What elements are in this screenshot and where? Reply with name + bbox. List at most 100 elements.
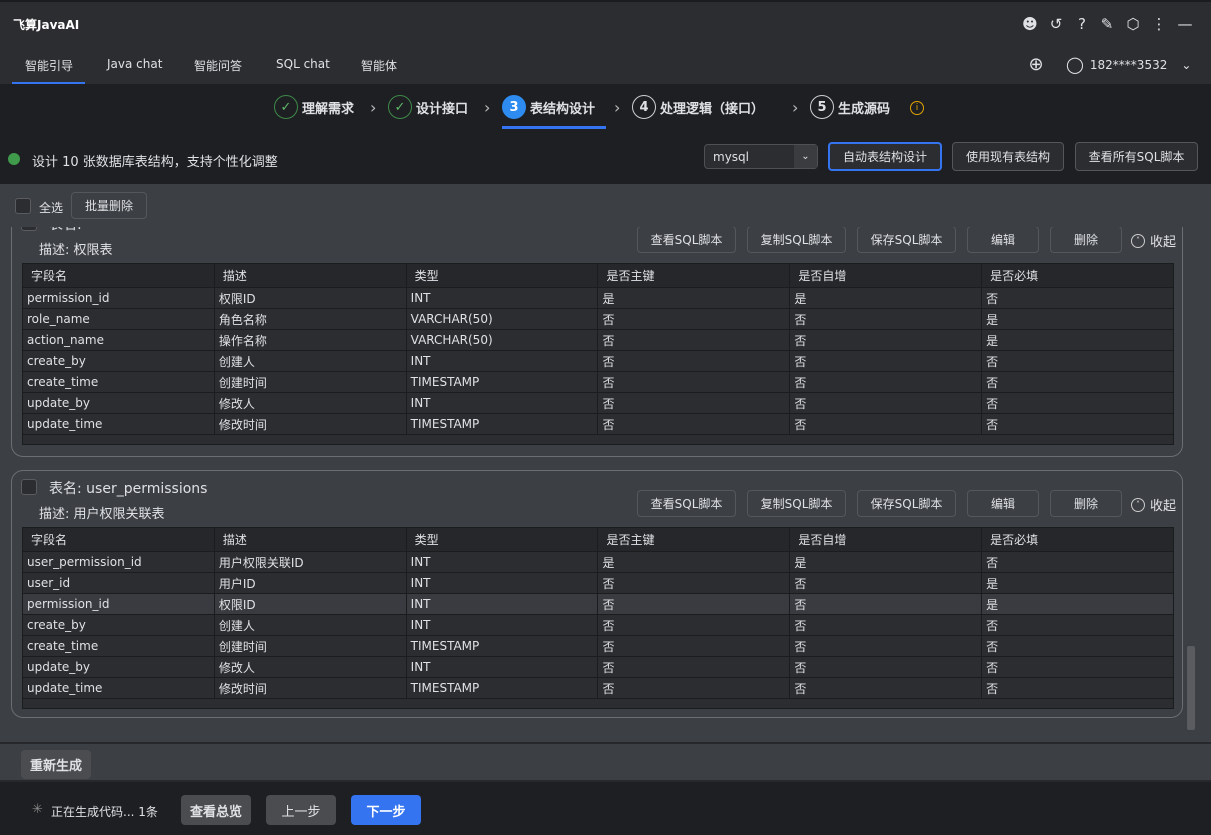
history-icon[interactable]: ↺ <box>1046 14 1066 34</box>
step-1[interactable]: ✓ 理解需求 <box>274 95 354 119</box>
table-select-checkbox[interactable] <box>21 479 37 495</box>
edit-icon[interactable]: ✎ <box>1097 14 1117 34</box>
tab-java-chat[interactable]: Java chat <box>107 57 162 71</box>
table-cards: 表名: 描述: 权限表查看SQL脚本复制SQL脚本保存SQL脚本编辑删除˄收起字… <box>0 227 1200 742</box>
column-header: 是否必填 <box>981 263 1174 288</box>
table-row[interactable]: update_by 修改人 INT 否否否 <box>22 392 1174 414</box>
table-cell: 否 <box>597 350 791 372</box>
table-cell: INT <box>405 551 599 573</box>
tab-smart-guide[interactable]: 智能引导 <box>25 57 73 74</box>
collapse-button[interactable]: ˄ 收起 <box>1131 231 1176 250</box>
help-icon[interactable]: ? <box>1072 14 1092 34</box>
save-sql-button[interactable]: 保存SQL脚本 <box>857 227 956 253</box>
chevron-up-icon: ˄ <box>1131 497 1145 512</box>
table-cell: 是 <box>789 287 983 309</box>
table-footer <box>22 434 1174 445</box>
db-type-select[interactable]: mysql ⌄ <box>704 144 818 169</box>
table-cell: 是 <box>981 308 1174 330</box>
delete-sql-button[interactable]: 删除 <box>1050 227 1122 253</box>
view-sql-button[interactable]: 查看SQL脚本 <box>637 227 736 253</box>
info-icon[interactable]: i <box>910 101 924 115</box>
table-row[interactable]: create_time 创建时间 TIMESTAMP 否否否 <box>22 635 1174 657</box>
select-all-checkbox[interactable] <box>15 198 31 214</box>
table-row[interactable]: user_permission_id 用户权限关联ID INT 是是否 <box>22 551 1174 573</box>
collapse-label: 收起 <box>1150 499 1177 514</box>
table-cell: 权限ID <box>213 287 407 309</box>
tab-smart-qa[interactable]: 智能问答 <box>194 57 242 74</box>
prev-step-button[interactable]: 上一步 <box>266 795 336 825</box>
collapse-button[interactable]: ˄ 收起 <box>1131 495 1176 514</box>
table-row[interactable]: create_by 创建人 INT 否否否 <box>22 614 1174 636</box>
table-cell: 否 <box>789 371 983 393</box>
table-cell: 是 <box>597 287 791 309</box>
tab-sql-chat[interactable]: SQL chat <box>276 57 330 71</box>
delete-sql-button[interactable]: 删除 <box>1050 490 1122 517</box>
table-select-checkbox[interactable] <box>21 227 37 231</box>
scrollbar-thumb[interactable] <box>1187 646 1195 730</box>
table-row[interactable]: permission_id 权限ID INT 是是否 <box>22 287 1174 309</box>
copy-sql-button[interactable]: 复制SQL脚本 <box>747 227 846 253</box>
step-4[interactable]: 4 处理逻辑（接口） <box>632 95 764 119</box>
edit-sql-button[interactable]: 编辑 <box>967 490 1039 517</box>
add-icon[interactable]: ⊕ <box>1026 54 1046 75</box>
status-row: 设计 10 张数据库表结构，支持个性化调整 mysql ⌄ 自动表结构设计 使用… <box>0 130 1211 184</box>
more-icon[interactable]: ⋮ <box>1149 14 1169 34</box>
next-step-button[interactable]: 下一步 <box>351 795 421 825</box>
table-list-panel: 全选 批量删除 表名: 描述: 权限表查看SQL脚本复制SQL脚本保存SQL脚本… <box>0 184 1211 742</box>
batch-delete-button[interactable]: 批量删除 <box>71 192 147 219</box>
table-cell: action_name <box>22 329 215 351</box>
table-cell: 修改时间 <box>213 413 407 435</box>
title-bar: 飞算JavaAI ☻ ↺ ? ✎ ⬡ ⋮ — 智能引导 Java chat 智能… <box>0 0 1211 85</box>
table-cell: 权限ID <box>213 593 407 615</box>
table-cell: 否 <box>597 677 791 699</box>
step-2[interactable]: ✓ 设计接口 <box>388 95 468 119</box>
view-sql-button[interactable]: 查看SQL脚本 <box>637 490 736 517</box>
use-existing-button[interactable]: 使用现有表结构 <box>952 142 1064 171</box>
settings-icon[interactable]: ⬡ <box>1123 14 1143 34</box>
table-cell: 否 <box>789 677 983 699</box>
table-row[interactable]: permission_id 权限ID INT 否否是 <box>22 593 1174 615</box>
table-cell: 否 <box>597 308 791 330</box>
table-cell: 否 <box>981 551 1174 573</box>
step-3[interactable]: 3 表结构设计 <box>502 95 595 119</box>
table-cell: 否 <box>789 392 983 414</box>
table-row[interactable]: update_time 修改时间 TIMESTAMP 否否否 <box>22 413 1174 435</box>
table-cell: 是 <box>597 551 791 573</box>
chevron-right-icon: › <box>792 98 799 117</box>
table-row[interactable]: action_name 操作名称 VARCHAR(50) 否否是 <box>22 329 1174 351</box>
table-cell: 否 <box>789 614 983 636</box>
table-row[interactable]: update_by 修改人 INT 否否否 <box>22 656 1174 678</box>
minimize-icon[interactable]: — <box>1175 14 1195 34</box>
user-menu[interactable]: ◯ 182****3532 ⌄ <box>1066 55 1191 74</box>
step-label: 设计接口 <box>416 101 469 117</box>
regenerate-row: 重新生成 <box>0 742 1211 782</box>
fields-table: 字段名 描述 类型 是否主键 是否自增 是否必填 user_permission_id 用户权… <box>22 527 1174 709</box>
table-row[interactable]: update_time 修改时间 TIMESTAMP 否否否 <box>22 677 1174 699</box>
table-cell: 否 <box>981 350 1174 372</box>
regenerate-button[interactable]: 重新生成 <box>21 750 91 779</box>
table-row[interactable]: user_id 用户ID INT 否否是 <box>22 572 1174 594</box>
collapse-label: 收起 <box>1150 235 1177 250</box>
auto-design-button[interactable]: 自动表结构设计 <box>828 142 942 171</box>
copy-sql-button[interactable]: 复制SQL脚本 <box>747 490 846 517</box>
edit-sql-button[interactable]: 编辑 <box>967 227 1039 253</box>
table-cell: VARCHAR(50) <box>405 329 599 351</box>
table-cell: 否 <box>789 413 983 435</box>
table-row[interactable]: role_name 角色名称 VARCHAR(50) 否否是 <box>22 308 1174 330</box>
save-sql-button[interactable]: 保存SQL脚本 <box>857 490 956 517</box>
select-all-label: 全选 <box>39 201 64 215</box>
table-row[interactable]: create_time 创建时间 TIMESTAMP 否否否 <box>22 371 1174 393</box>
step-5[interactable]: 5 生成源码 <box>810 95 890 119</box>
column-header: 是否主键 <box>597 527 791 552</box>
table-cell: 用户权限关联ID <box>213 551 407 573</box>
table-cell: 修改人 <box>213 656 407 678</box>
view-all-sql-button[interactable]: 查看所有SQL脚本 <box>1075 142 1198 171</box>
tab-agent[interactable]: 智能体 <box>361 57 397 74</box>
table-cell: 创建时间 <box>213 635 407 657</box>
overview-button[interactable]: 查看总览 <box>181 795 251 825</box>
table-cell: 是 <box>981 572 1174 594</box>
table-cell: permission_id <box>22 287 215 309</box>
ai-brain-icon[interactable]: ☻ <box>1020 14 1040 34</box>
table-card: 表名: user_permissions 描述: 用户权限关联表 查看SQL脚本 复制… <box>11 470 1183 718</box>
table-row[interactable]: create_by 创建人 INT 否否否 <box>22 350 1174 372</box>
